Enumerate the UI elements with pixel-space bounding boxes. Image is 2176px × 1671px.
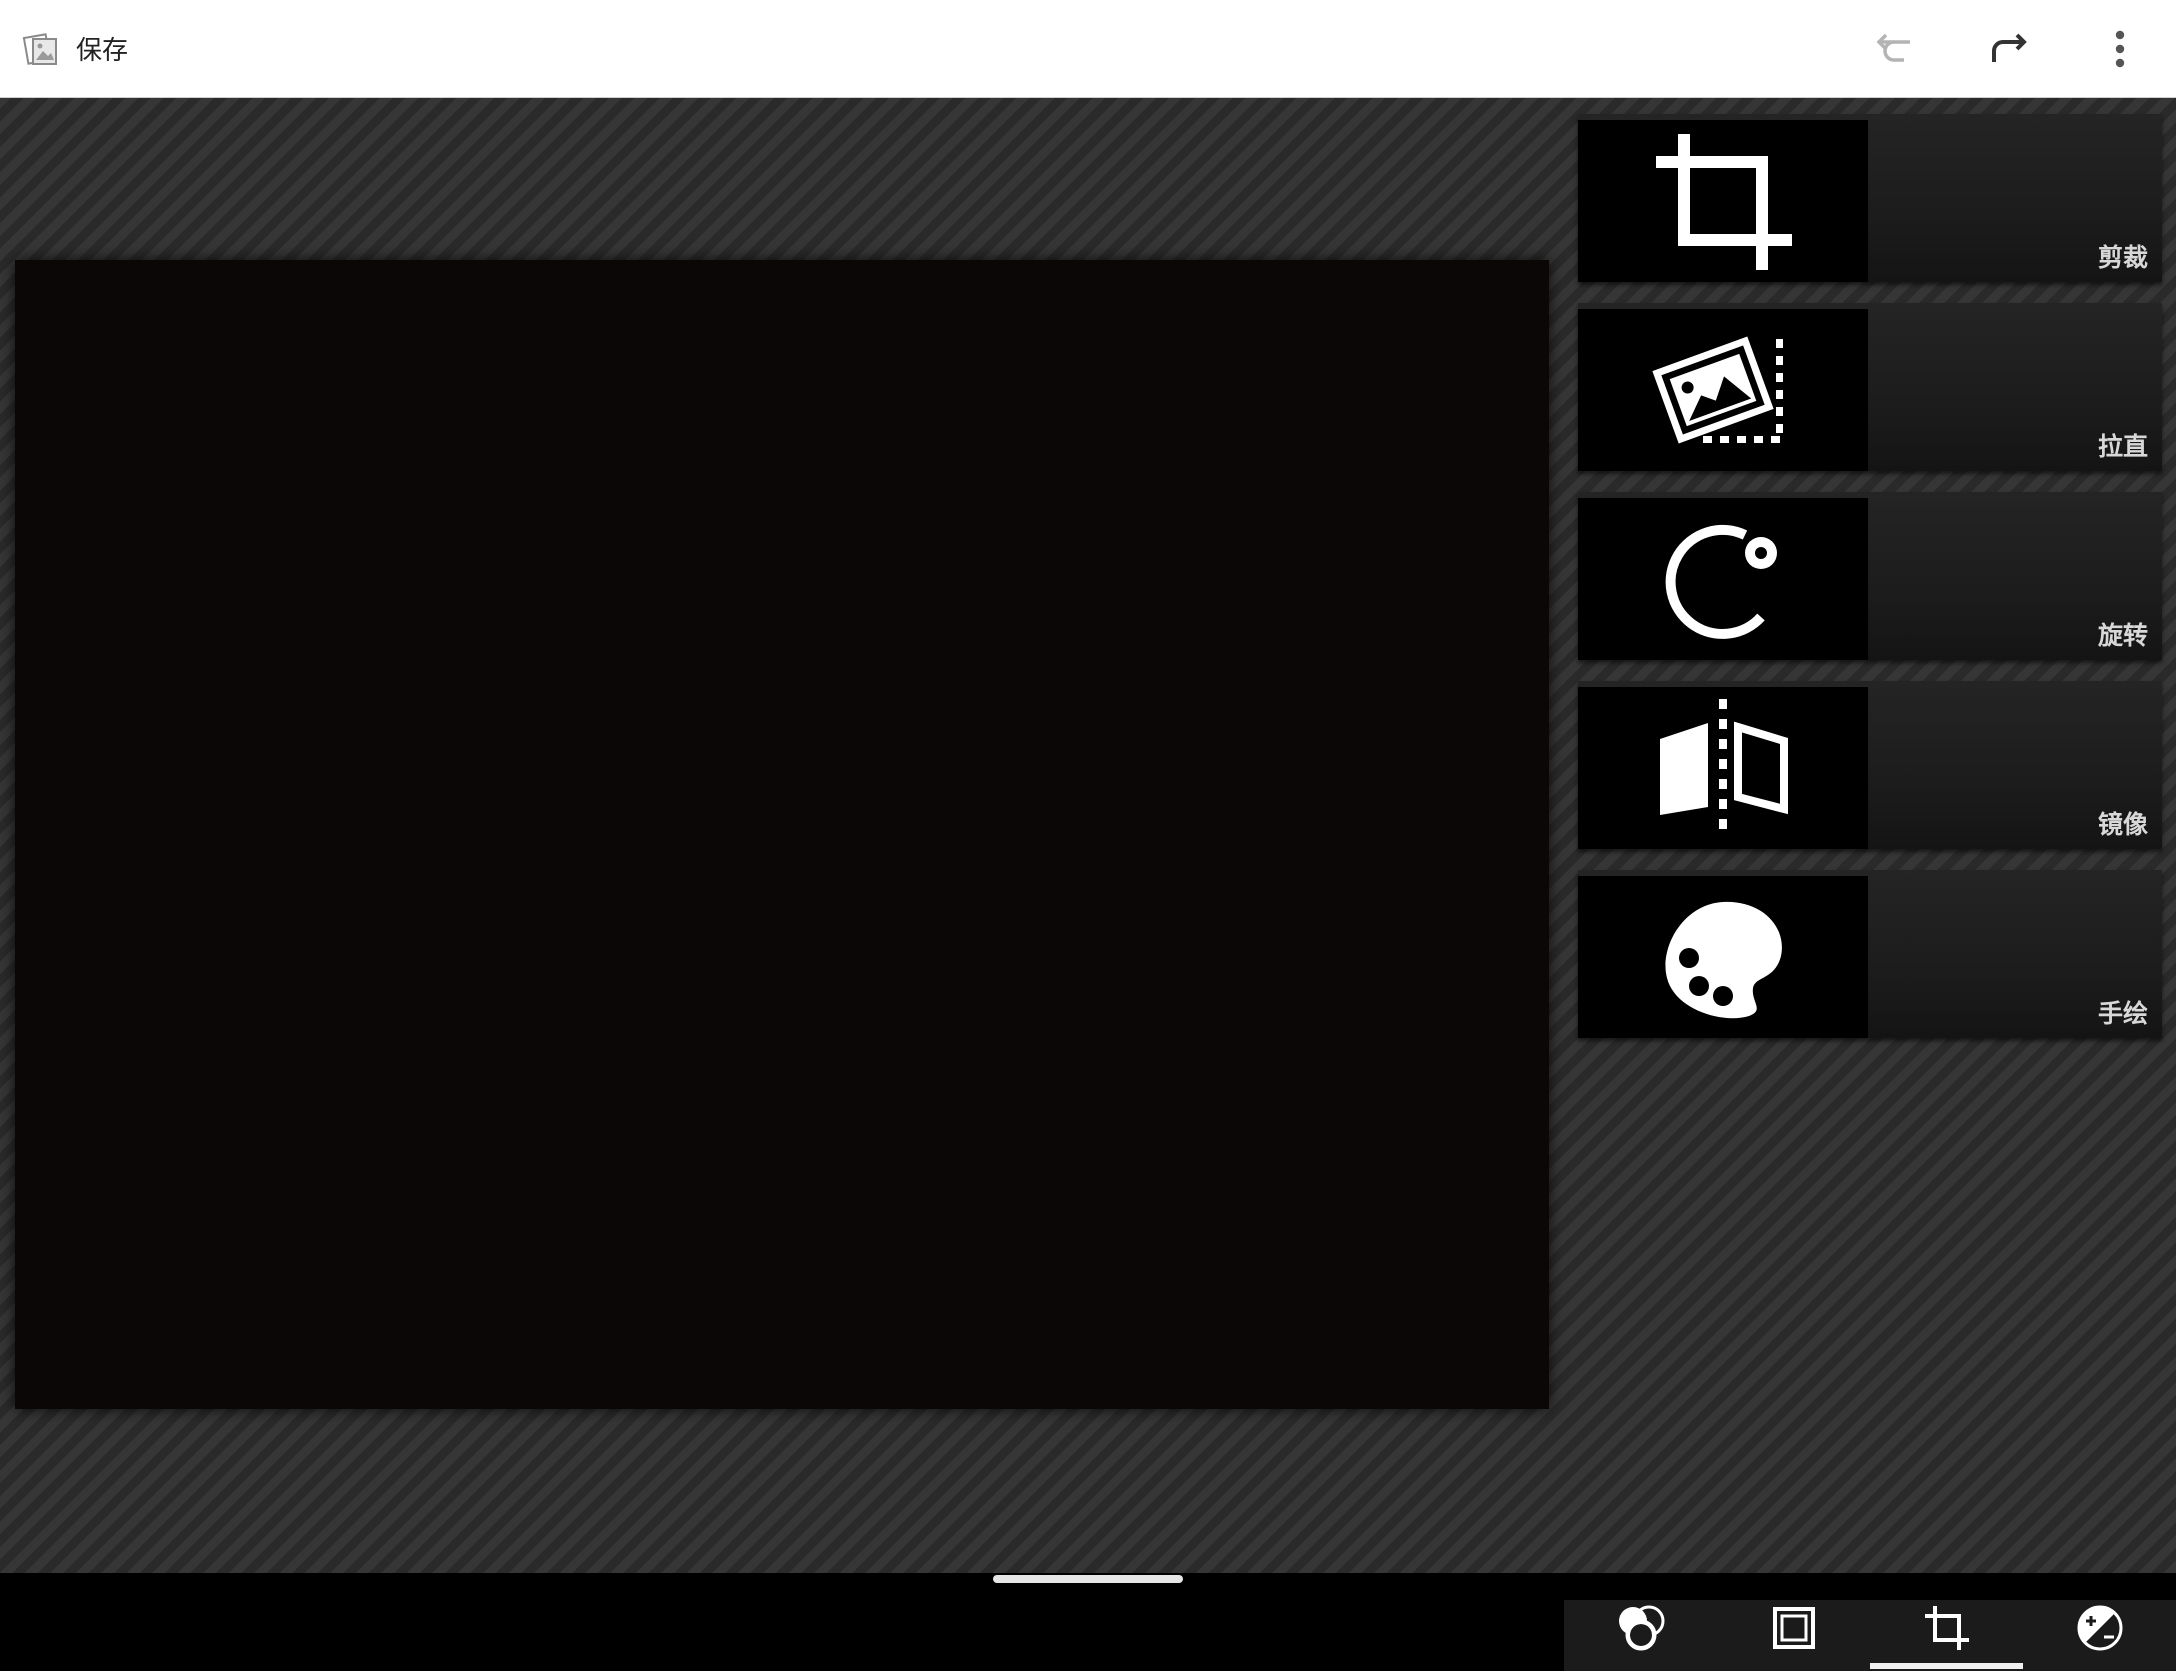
straighten-icon	[1652, 336, 1783, 444]
crop-tool[interactable]: 剪裁	[1578, 114, 2162, 282]
redo-button[interactable]	[1978, 19, 2038, 79]
mirror-tool[interactable]: 镜像	[1578, 681, 2162, 849]
tool-label: 拉直	[2097, 432, 2148, 461]
top-app-bar: 保存	[0, 0, 2176, 98]
borders-icon	[1772, 1606, 1815, 1649]
photo-save-icon	[22, 33, 57, 65]
tool-label: 手绘	[2097, 999, 2148, 1028]
crop-icon	[1656, 134, 1792, 270]
mirror-icon	[1660, 699, 1788, 829]
rotate-icon	[1665, 524, 1777, 639]
active-tab-indicator	[1870, 1663, 2023, 1669]
undo-button[interactable]	[1866, 19, 1926, 79]
tool-label: 剪裁	[2097, 243, 2148, 272]
straighten-thumbnail	[1578, 309, 1868, 471]
palette-icon	[1665, 901, 1782, 1019]
mirror-thumbnail	[1578, 687, 1868, 849]
system-navigation-bar	[0, 1573, 2176, 1600]
redo-icon	[1992, 33, 2027, 62]
freehand-thumbnail	[1578, 876, 1868, 1038]
home-gesture-handle[interactable]	[993, 1575, 1183, 1583]
freehand-tool[interactable]: 手绘	[1578, 870, 2162, 1038]
exposure-icon	[2077, 1605, 2122, 1650]
straighten-tool[interactable]: 拉直	[1578, 303, 2162, 471]
editor-workspace: 剪裁 拉直 旋转 镜像 手绘	[0, 98, 2176, 1671]
geometry-icon	[1924, 1605, 1969, 1650]
rotate-thumbnail	[1578, 498, 1868, 660]
filters-icon	[1618, 1605, 1664, 1650]
rotate-tool[interactable]: 旋转	[1578, 492, 2162, 660]
save-label: 保存	[76, 35, 129, 66]
photo-canvas[interactable]	[15, 260, 1549, 1409]
tool-label: 旋转	[2097, 621, 2148, 650]
undo-icon	[1876, 33, 1910, 62]
more-vert-icon	[2115, 30, 2125, 68]
crop-thumbnail	[1578, 120, 1868, 282]
more-options-button[interactable]	[2090, 19, 2150, 79]
save-button[interactable]: 保存	[22, 18, 128, 78]
tool-label: 镜像	[2097, 810, 2148, 839]
